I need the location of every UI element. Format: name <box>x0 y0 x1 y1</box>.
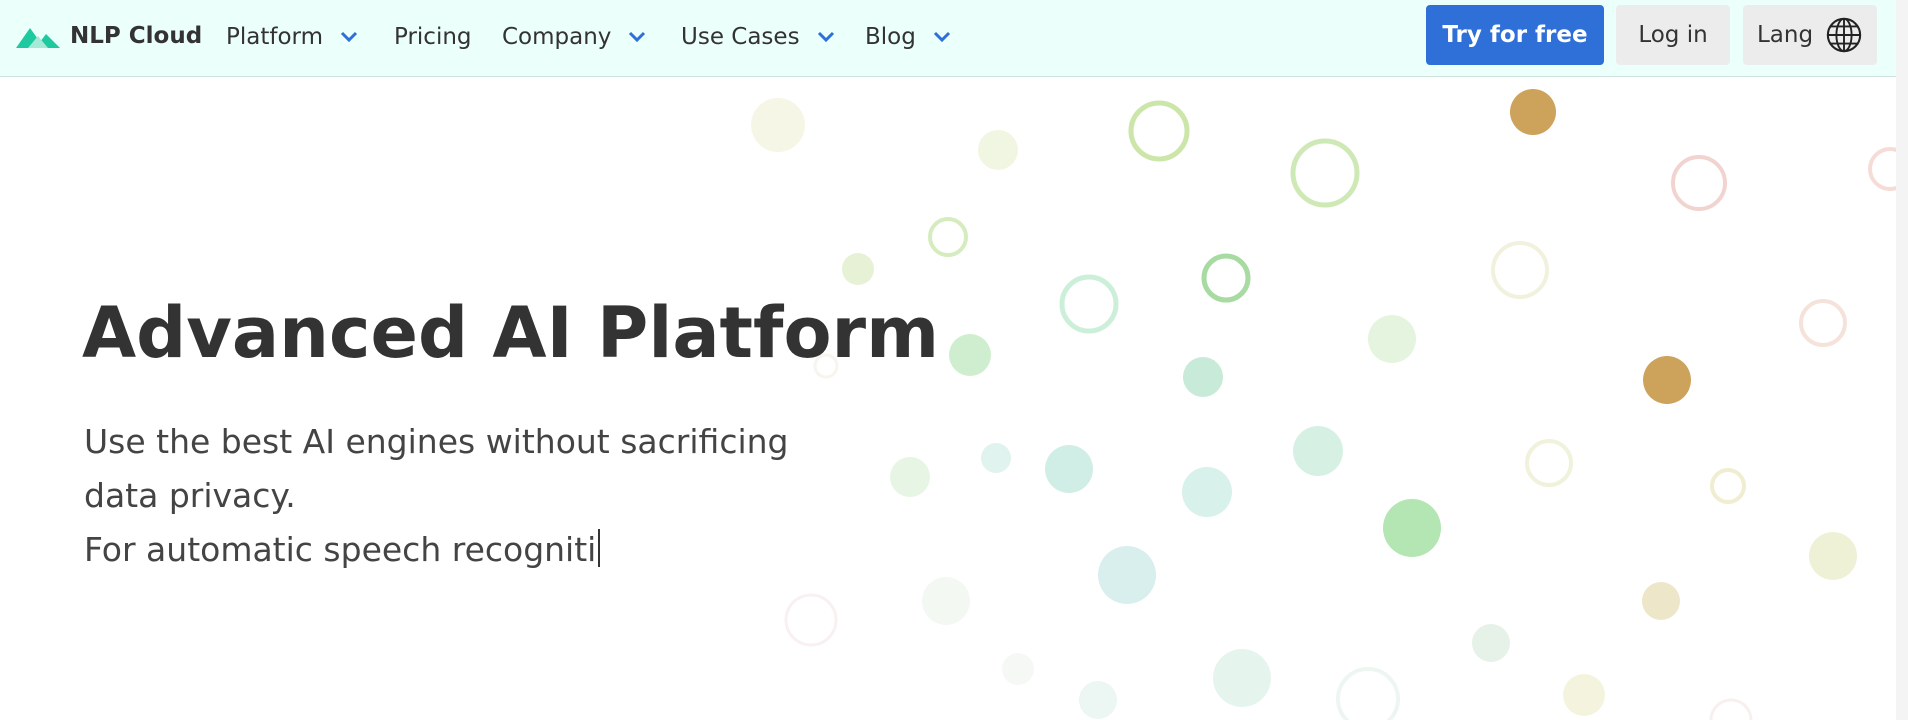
chevron-down-icon <box>340 31 358 43</box>
hero-typed-text-container: For automatic speech recogniti <box>84 523 601 577</box>
brand-link[interactable]: NLP Cloud <box>16 16 202 56</box>
hero-subtitle: Use the best AI engines without sacrific… <box>84 422 789 515</box>
brand-name: NLP Cloud <box>70 23 203 49</box>
nav-item-label: Use Cases <box>681 24 800 50</box>
log-in-button[interactable]: Log in <box>1616 5 1730 65</box>
top-navbar: NLP Cloud Platform Pricing Company Use C… <box>0 0 1896 77</box>
nav-item-company[interactable]: Company <box>502 20 647 54</box>
try-for-free-button[interactable]: Try for free <box>1426 5 1604 65</box>
nav-item-label: Pricing <box>394 24 472 50</box>
language-button[interactable]: Lang <box>1743 5 1877 65</box>
globe-icon <box>1826 17 1862 53</box>
nav-item-label: Blog <box>865 24 916 50</box>
nav-item-label: Company <box>502 24 612 50</box>
decorative-bubbles <box>751 89 1896 720</box>
chevron-down-icon <box>817 31 834 43</box>
chevron-down-icon <box>933 31 950 43</box>
typing-caret <box>598 529 601 567</box>
hero-typed-text: For automatic speech recogniti <box>84 530 597 569</box>
chevron-down-icon <box>629 31 646 43</box>
nav-item-blog[interactable]: Blog <box>865 20 952 54</box>
mountain-logo-icon <box>16 28 60 48</box>
language-label: Lang <box>1756 22 1814 48</box>
nav-item-platform[interactable]: Platform <box>226 20 359 54</box>
nav-item-pricing[interactable]: Pricing <box>394 20 472 54</box>
nav-item-label: Platform <box>226 24 323 50</box>
hero-title: Advanced AI Platform <box>82 292 940 374</box>
page-scrollbar[interactable] <box>1896 0 1908 720</box>
nav-item-use-cases[interactable]: Use Cases <box>681 20 836 54</box>
